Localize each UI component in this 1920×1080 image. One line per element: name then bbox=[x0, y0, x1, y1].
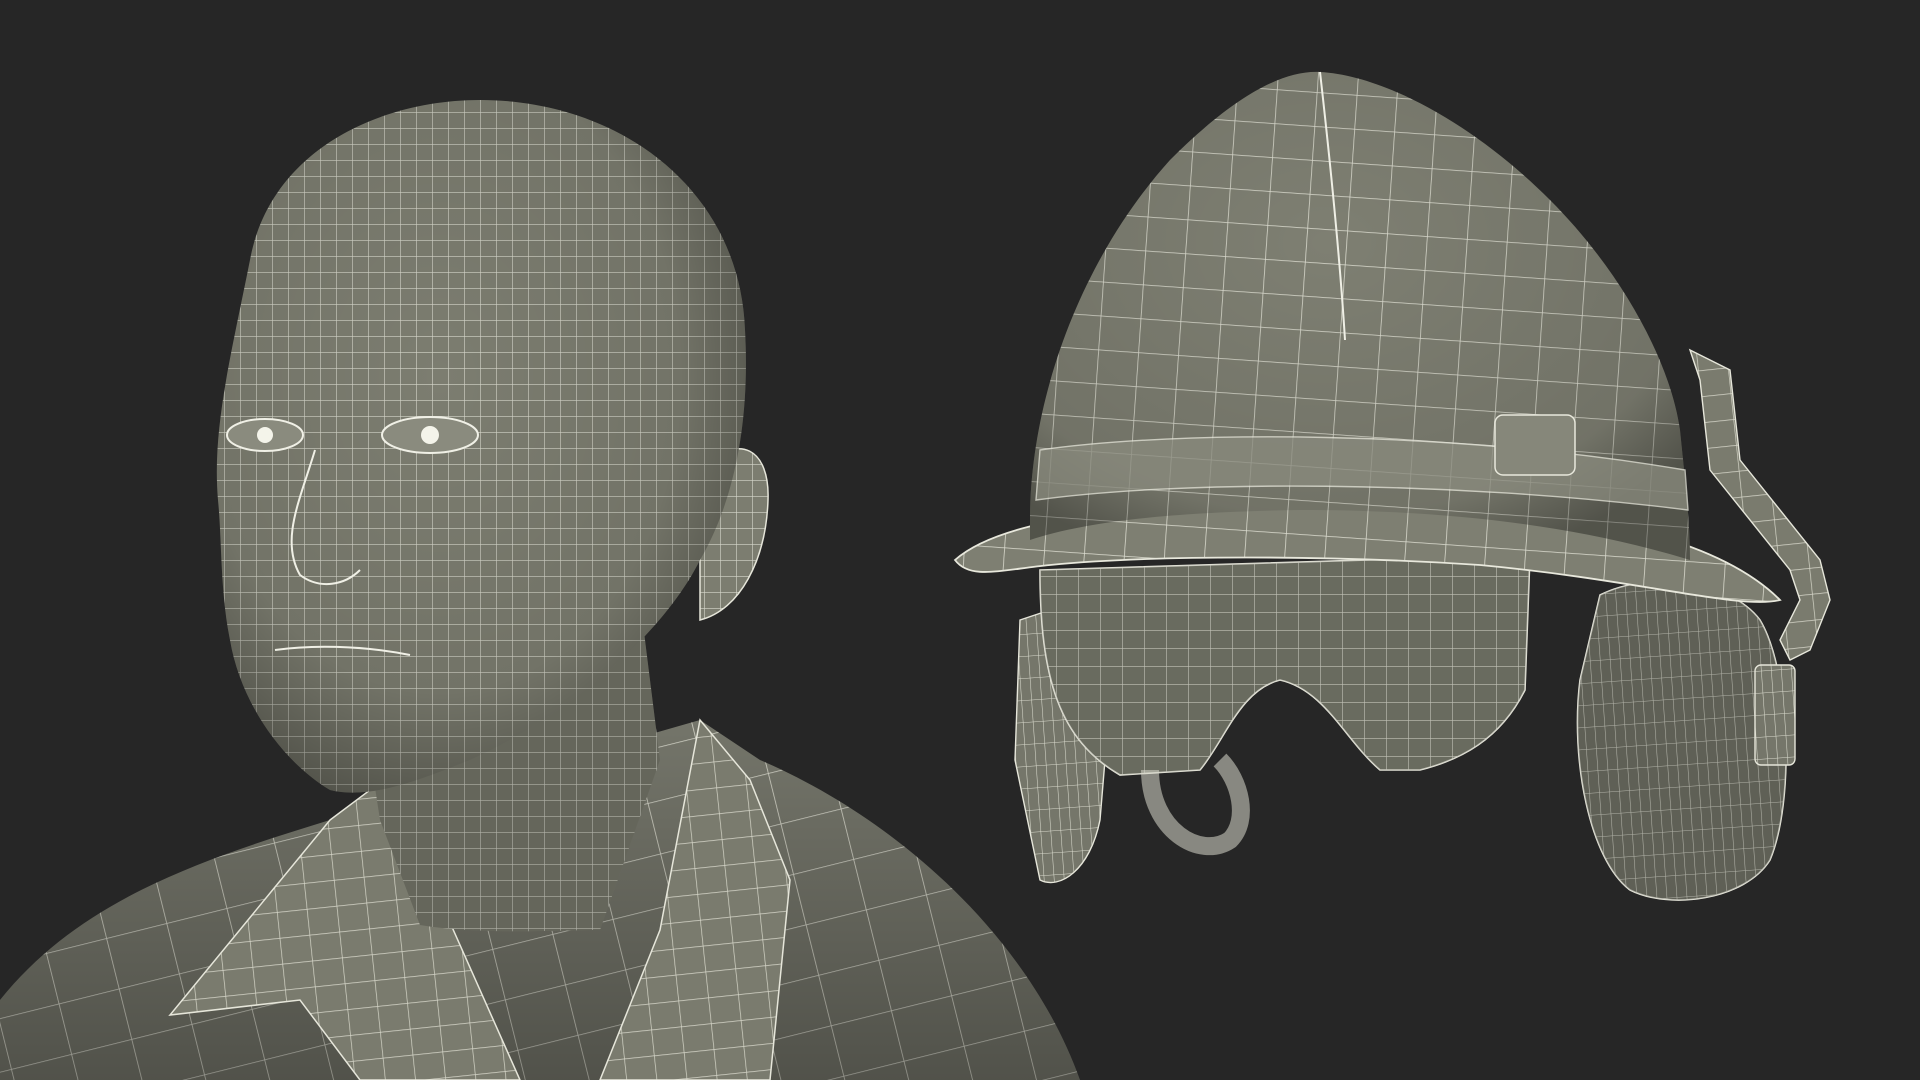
human-bust-wireframe-icon bbox=[0, 100, 1080, 1080]
hard-hat-wireframe-icon bbox=[953, 71, 1831, 901]
helmet-side-clip bbox=[1494, 414, 1576, 476]
render-viewport bbox=[0, 0, 1920, 1080]
wireframe-render bbox=[0, 71, 1831, 1080]
earmuff-slider bbox=[1754, 664, 1796, 766]
